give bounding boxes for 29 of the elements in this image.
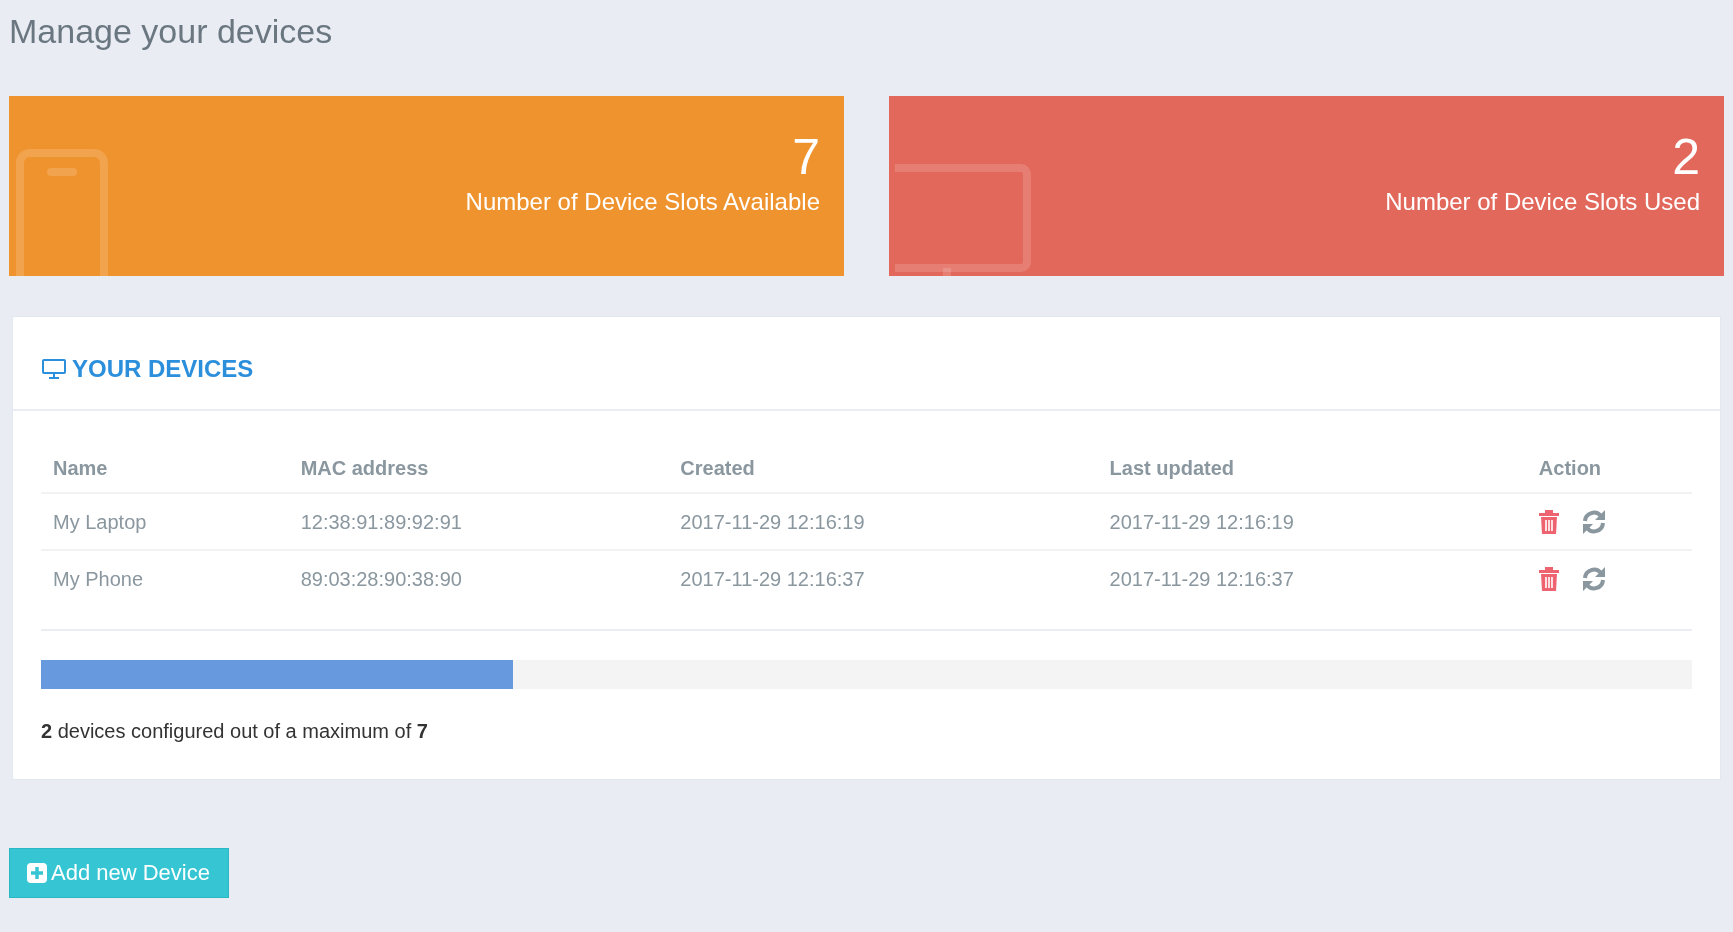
- table-cell: My Laptop: [41, 493, 289, 550]
- summary-text: 2 devices configured out of a maximum of 7: [41, 720, 429, 743]
- column-header: Name: [41, 447, 289, 493]
- stat-value: 2: [1672, 132, 1700, 182]
- trash-icon[interactable]: [1538, 567, 1559, 591]
- refresh-icon[interactable]: [1580, 509, 1607, 535]
- table-cell: 12:38:91:89:92:91: [288, 493, 669, 550]
- table-cell: 2017-11-29 12:16:19: [1097, 493, 1527, 550]
- column-header: Action: [1526, 447, 1692, 493]
- page-title: Manage your devices: [9, 11, 334, 52]
- table-cell: 2017-11-29 12:16:37: [1097, 550, 1527, 606]
- monitor-icon: [42, 359, 66, 379]
- table-cell: 2017-11-29 12:16:37: [668, 550, 1098, 606]
- column-header: Created: [668, 447, 1098, 493]
- phone-icon: [15, 148, 109, 276]
- stat-value: 7: [792, 132, 820, 182]
- stat-label: Number of Device Slots Used: [1385, 188, 1700, 216]
- trash-icon[interactable]: [1538, 510, 1559, 534]
- panel-title: YOUR DEVICES: [72, 355, 254, 383]
- table-cell: 2017-11-29 12:16:19: [668, 493, 1098, 550]
- table-cell: 89:03:28:90:38:90: [288, 550, 669, 606]
- column-header: Last updated: [1097, 447, 1527, 493]
- table-cell: My Phone: [41, 550, 289, 606]
- column-header: MAC address: [288, 447, 669, 493]
- stat-label: Number of Device Slots Available: [465, 188, 820, 216]
- plus-icon: [27, 863, 47, 883]
- refresh-icon[interactable]: [1580, 566, 1607, 592]
- monitor-icon: [895, 164, 1031, 276]
- add-device-button[interactable]: Add new Device: [9, 848, 229, 898]
